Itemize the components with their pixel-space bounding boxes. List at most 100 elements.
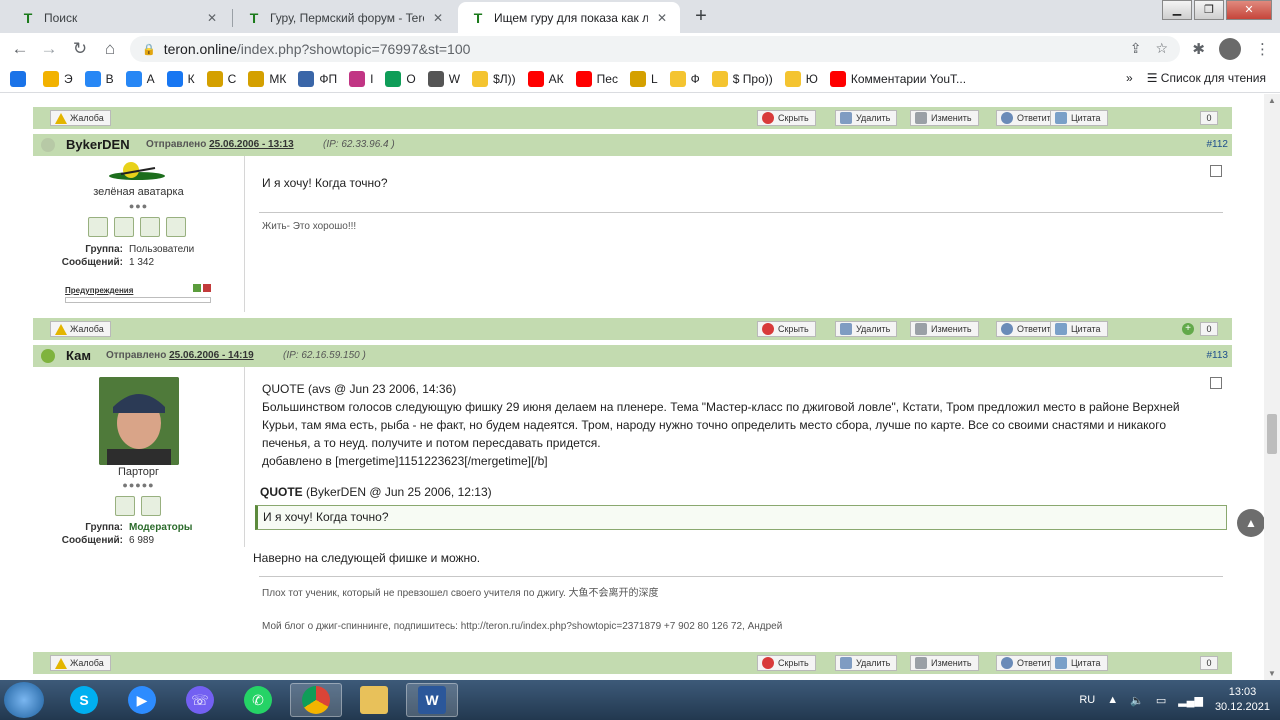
message-icon[interactable] [114, 217, 134, 237]
bookmark-item[interactable]: Пес [575, 70, 618, 87]
edit-button[interactable]: Изменить [910, 110, 979, 126]
quote-button[interactable]: Цитата [1050, 655, 1108, 671]
quote-line: Большинством голосов следующую фишку 29 … [262, 400, 1180, 414]
address-bar[interactable]: 🔒 teron.online/index.php?showtopic=76997… [130, 36, 1180, 62]
rate-plus-icon[interactable]: + [1182, 323, 1194, 335]
menu-icon[interactable]: ⋮ [1255, 40, 1270, 58]
complain-button[interactable]: Жалоба [50, 110, 111, 126]
bookmark-item[interactable]: $ Про)) [711, 70, 773, 87]
post-signature-link[interactable]: Мой блог о джиг-спиннинге, подпишитесь: … [262, 621, 782, 632]
profile-avatar[interactable] [1219, 38, 1241, 60]
bookmark-item[interactable]: ФП [298, 70, 338, 87]
bookmark-item[interactable]: $Л)) [472, 70, 516, 87]
post-username[interactable]: Кам [66, 348, 91, 363]
new-tab-button[interactable]: + [688, 4, 714, 30]
bookmark-item[interactable]: МК [248, 70, 286, 87]
share-icon[interactable]: ⇪ [1130, 40, 1142, 57]
warnings-label[interactable]: Предупреждения [65, 286, 211, 295]
scroll-down-arrow-icon[interactable]: ▼ [1268, 669, 1276, 678]
delete-button[interactable]: Удалить [835, 110, 898, 126]
scroll-thumb[interactable] [1267, 414, 1277, 454]
quote-button[interactable]: Цитата [1050, 110, 1108, 126]
bookmark-item[interactable] [10, 70, 31, 87]
forward-icon[interactable]: → [37, 38, 61, 60]
user-profile-icon[interactable] [88, 217, 108, 237]
posts-label: Сообщений: [61, 535, 123, 546]
edit-button[interactable]: Изменить [910, 655, 979, 671]
start-button[interactable] [4, 682, 44, 718]
hide-button[interactable]: Скрыть [757, 110, 816, 126]
tab-forum[interactable]: T Гуру, Пермский форум - Teron.o ✕ [234, 2, 456, 33]
hide-button[interactable]: Скрыть [757, 655, 816, 671]
post-date-link[interactable]: 25.06.2006 - 14:19 [169, 350, 254, 361]
scroll-up-arrow-icon[interactable]: ▲ [1268, 96, 1276, 105]
hide-label: Скрыть [778, 658, 809, 668]
tray-expand-icon[interactable]: ▲ [1107, 694, 1118, 706]
post-number-link[interactable]: #112 [1206, 139, 1228, 150]
bookmark-item[interactable]: А [125, 70, 155, 87]
maximize-button[interactable]: ❐ [1194, 0, 1224, 20]
bookmark-item[interactable]: L [629, 70, 658, 87]
battery-icon[interactable]: ▭ [1156, 694, 1166, 707]
warn-minus-icon[interactable] [193, 284, 201, 292]
bookmark-item[interactable]: Комментарии YouT... [829, 70, 966, 87]
taskbar-zoom[interactable]: ▶ [116, 683, 168, 717]
extensions-icon[interactable]: ✱ [1192, 40, 1205, 58]
user-add-icon[interactable] [140, 217, 160, 237]
taskbar-word[interactable]: W [406, 683, 458, 717]
bookmark-item[interactable]: В [84, 70, 114, 87]
select-post-checkbox[interactable] [1210, 165, 1222, 177]
home-icon[interactable]: ⌂ [98, 38, 122, 60]
tab-active-topic[interactable]: T Ищем гуру для показа как лов ✕ [458, 2, 680, 33]
bookmark-item[interactable]: Ю [784, 70, 818, 87]
complain-button[interactable]: Жалоба [50, 655, 111, 671]
user-info-icon[interactable] [141, 496, 161, 516]
language-indicator[interactable]: RU [1079, 694, 1095, 706]
bookmark-item[interactable]: Э [43, 70, 73, 87]
close-icon[interactable]: ✕ [430, 10, 446, 26]
bookmark-item[interactable]: W [427, 70, 460, 87]
edit-button[interactable]: Изменить [910, 321, 979, 337]
whatsapp-icon: ✆ [244, 686, 272, 714]
taskbar-chrome[interactable] [290, 683, 342, 717]
user-profile-icon[interactable] [115, 496, 135, 516]
close-window-button[interactable]: ✕ [1226, 0, 1272, 20]
bookmark-item[interactable]: С [206, 70, 236, 87]
taskbar-viber[interactable]: ☏ [174, 683, 226, 717]
forum-page: Жалоба Скрыть Удалить Изменить Ответить … [0, 94, 1264, 680]
post-number-link[interactable]: #113 [1206, 350, 1228, 361]
delete-button[interactable]: Удалить [835, 655, 898, 671]
post-date-link[interactable]: 25.06.2006 - 13:13 [209, 139, 294, 150]
clock[interactable]: 13:03 30.12.2021 [1215, 685, 1270, 715]
bookmark-label: ФП [319, 71, 338, 86]
user-info-icon[interactable] [166, 217, 186, 237]
complain-button[interactable]: Жалоба [50, 321, 111, 337]
bookmark-item[interactable]: Ф [669, 70, 700, 87]
page-scrollbar[interactable]: ▲ ▼ [1264, 94, 1280, 680]
delete-button[interactable]: Удалить [835, 321, 898, 337]
taskbar-skype[interactable]: S [58, 683, 110, 717]
bookmark-item[interactable]: АК [527, 70, 564, 87]
taskbar-whatsapp[interactable]: ✆ [232, 683, 284, 717]
hide-button[interactable]: Скрыть [757, 321, 816, 337]
minimize-button[interactable]: ▁ [1162, 0, 1192, 20]
tab-search[interactable]: T Поиск ✕ [8, 2, 230, 33]
post-username[interactable]: BykerDEN [66, 137, 130, 152]
network-icon[interactable]: ▂▄▆ [1178, 694, 1203, 707]
reload-icon[interactable]: ↻ [68, 38, 92, 60]
bookmark-item[interactable]: I [349, 70, 373, 87]
bookmark-star-icon[interactable]: ☆ [1155, 40, 1168, 57]
bookmarks-more[interactable]: » [1126, 71, 1133, 85]
volume-icon[interactable]: 🔈 [1130, 694, 1144, 707]
scroll-to-top-button[interactable]: ▲ [1237, 509, 1265, 537]
post-header: Кам Отправлено 25.06.2006 - 14:19 (IP: 6… [33, 345, 1232, 367]
reading-list[interactable]: ☰ Список для чтения [1147, 71, 1266, 85]
back-icon[interactable]: ← [8, 38, 32, 60]
quote-button[interactable]: Цитата [1050, 321, 1108, 337]
taskbar-explorer[interactable] [348, 683, 400, 717]
bookmark-item[interactable]: О [385, 70, 416, 87]
close-icon[interactable]: ✕ [204, 10, 220, 26]
close-icon[interactable]: ✕ [654, 10, 670, 26]
warn-plus-icon[interactable] [203, 284, 211, 292]
bookmark-item[interactable]: К [166, 70, 195, 87]
